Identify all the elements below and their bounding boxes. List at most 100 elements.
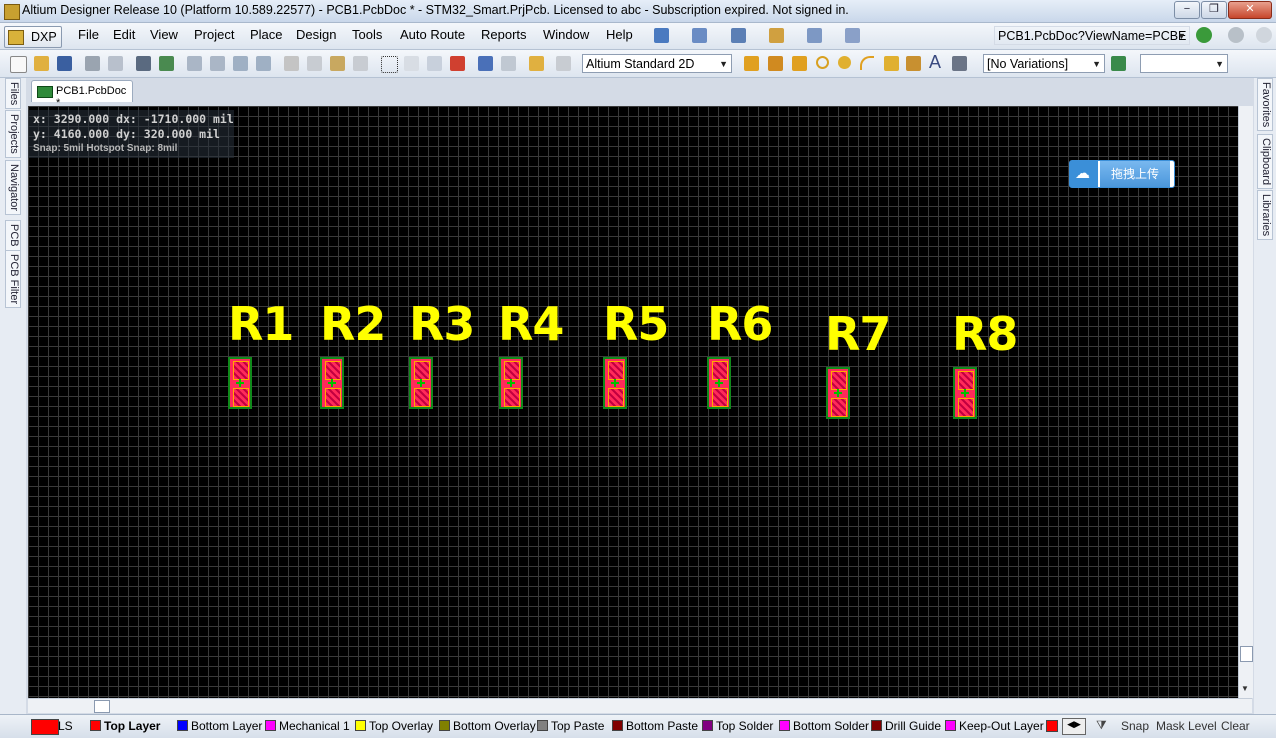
pad-1[interactable] [233, 361, 249, 380]
pad-1[interactable] [325, 361, 341, 380]
minimize-button[interactable]: − [1174, 1, 1200, 19]
designator-r8[interactable]: R8 [952, 311, 1018, 357]
layer-tab-top-layer[interactable]: Top Layer [90, 719, 160, 733]
move-icon[interactable] [404, 56, 419, 71]
clear-filter-icon[interactable] [556, 56, 571, 71]
zoom-area-icon[interactable] [210, 56, 225, 71]
zoom-fit-icon[interactable] [187, 56, 202, 71]
variant-icon[interactable] [1111, 56, 1126, 71]
pad-2[interactable] [958, 398, 974, 417]
menu-tools[interactable]: Tools [352, 27, 382, 42]
clear-button[interactable]: Clear [1221, 719, 1250, 733]
pad-1[interactable] [831, 371, 847, 390]
layer-tab-top-solder[interactable]: Top Solder [702, 719, 773, 733]
layer-tab-bottom-solder[interactable]: Bottom Solder [779, 719, 869, 733]
grid-icon[interactable] [845, 28, 860, 43]
layer-tab-top-paste[interactable]: Top Paste [537, 719, 604, 733]
cut-icon[interactable] [284, 56, 299, 71]
pad-2[interactable] [233, 388, 249, 407]
pad-1[interactable] [608, 361, 624, 380]
menu-auto-route[interactable]: Auto Route [400, 27, 465, 42]
room-icon[interactable] [807, 28, 822, 43]
document-address-combo[interactable]: PCB1.PcbDoc?ViewName=PCBE ▼ [994, 26, 1190, 45]
home-icon[interactable] [1256, 27, 1272, 43]
footprint-r2[interactable] [320, 357, 344, 409]
footprint-r8[interactable] [953, 367, 977, 419]
title-bar[interactable]: Altium Designer Release 10 (Platform 10.… [0, 0, 1276, 23]
layer-set-button[interactable]: LS [58, 719, 73, 733]
redo-icon[interactable] [501, 56, 516, 71]
measure-icon[interactable] [769, 28, 784, 43]
menu-reports[interactable]: Reports [481, 27, 527, 42]
route-icon[interactable] [744, 56, 759, 71]
forward-icon[interactable] [1228, 27, 1244, 43]
panel-tab-libraries[interactable]: Libraries [1257, 190, 1273, 241]
vertical-scroll-thumb[interactable] [1240, 646, 1253, 662]
pad-2[interactable] [831, 398, 847, 417]
designator-r5[interactable]: R5 [603, 301, 669, 347]
blank-select[interactable]: ▼ [1140, 54, 1228, 73]
pcb-canvas[interactable]: x: 3290.000 dx: -1710.000 mil y: 4160.00… [28, 106, 1238, 698]
layer-tab-bottom-paste[interactable]: Bottom Paste [612, 719, 698, 733]
pad-2[interactable] [325, 388, 341, 407]
menu-design[interactable]: Design [296, 27, 336, 42]
pad-2[interactable] [504, 388, 520, 407]
via-icon[interactable] [838, 56, 851, 69]
fill-icon[interactable] [884, 56, 899, 71]
current-layer-swatch[interactable] [31, 719, 59, 735]
layer-tab-mechanical-1[interactable]: Mechanical 1 [265, 719, 350, 733]
scroll-down-icon[interactable]: ▼ [1241, 684, 1249, 693]
snap-toggle[interactable]: Snap [1121, 719, 1149, 733]
align-icon[interactable] [692, 28, 707, 43]
scroll-layers-icon[interactable]: ◀▶ [1062, 718, 1086, 735]
panel-tab-clipboard[interactable]: Clipboard [1257, 134, 1273, 190]
pad-1[interactable] [504, 361, 520, 380]
print-icon[interactable] [85, 56, 100, 71]
mask-level-button[interactable]: Mask Level [1156, 719, 1217, 733]
pad-icon[interactable] [816, 56, 829, 69]
layer-tab-bottom-layer[interactable]: Bottom Layer [177, 719, 262, 733]
maximize-button[interactable]: ❐ [1201, 1, 1227, 19]
pad-2[interactable] [608, 388, 624, 407]
select-cross-icon[interactable] [427, 56, 442, 71]
view-mode-select[interactable]: Altium Standard 2D ▼ [582, 54, 732, 73]
layer-tab-drill-guide[interactable]: Drill Guide [871, 719, 941, 733]
board-icon[interactable] [159, 56, 174, 71]
menu-project[interactable]: Project [194, 27, 234, 42]
menu-edit[interactable]: Edit [113, 27, 135, 42]
menu-view[interactable]: View [150, 27, 178, 42]
designator-r7[interactable]: R7 [825, 311, 891, 357]
undo-icon[interactable] [478, 56, 493, 71]
horizontal-scroll-thumb[interactable] [94, 700, 110, 713]
snap-filter-icon[interactable]: ⧩ [1096, 718, 1107, 733]
select-area-icon[interactable] [381, 56, 398, 73]
dxp-menu-button[interactable]: DXP [4, 26, 62, 48]
vertical-scrollbar[interactable]: ▼ [1238, 106, 1253, 698]
panel-tab-favorites[interactable]: Favorites [1257, 78, 1273, 132]
zoom-filter-icon[interactable] [256, 56, 271, 71]
find-icon[interactable] [731, 28, 746, 43]
designator-r3[interactable]: R3 [409, 301, 475, 347]
layers-icon[interactable] [136, 56, 151, 71]
menu-window[interactable]: Window [543, 27, 589, 42]
panel-tab-projects[interactable]: Projects [5, 110, 21, 158]
panel-tab-navigator[interactable]: Navigator [5, 160, 21, 216]
designator-r1[interactable]: R1 [228, 301, 294, 347]
upload-button[interactable]: ☁ 拖拽上传 [1069, 160, 1175, 188]
rubber-stamp-icon[interactable] [353, 56, 368, 71]
pad-1[interactable] [414, 361, 430, 380]
footprint-r7[interactable] [826, 367, 850, 419]
arc-icon[interactable] [860, 56, 874, 70]
menu-file[interactable]: File [78, 27, 99, 42]
layer-tab-bottom-overlay[interactable]: Bottom Overlay [439, 719, 536, 733]
pad-2[interactable] [712, 388, 728, 407]
chart-icon[interactable] [654, 28, 669, 43]
layer-tab-keep-out-layer[interactable]: Keep-Out Layer [945, 719, 1044, 733]
copy-icon[interactable] [307, 56, 322, 71]
panel-tab-pcb-filter[interactable]: PCB Filter [5, 250, 21, 309]
variations-select[interactable]: [No Variations] ▼ [983, 54, 1105, 73]
designator-r4[interactable]: R4 [498, 301, 564, 347]
horizontal-scrollbar[interactable] [28, 698, 1252, 713]
open-folder-icon[interactable] [34, 56, 49, 71]
menu-place[interactable]: Place [250, 27, 283, 42]
